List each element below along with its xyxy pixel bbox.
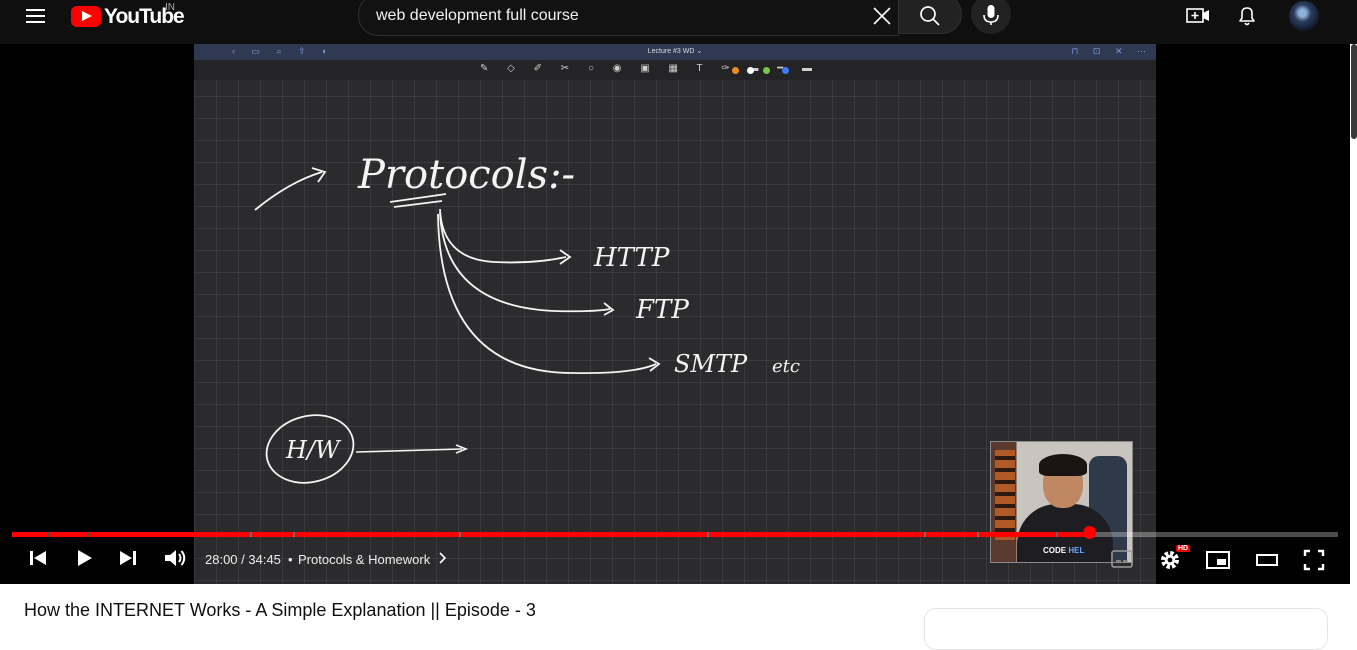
skip-next-icon bbox=[120, 551, 136, 565]
microphone-icon bbox=[983, 5, 999, 25]
progress-played-segment bbox=[89, 532, 250, 537]
play-button[interactable] bbox=[72, 546, 96, 575]
subtitles-button[interactable] bbox=[1110, 548, 1134, 575]
pip-brand-text: CODE HEL bbox=[1043, 546, 1085, 555]
arrow-line bbox=[254, 171, 323, 211]
board-item-ftp: FTP bbox=[635, 295, 689, 325]
chevron-right-icon bbox=[439, 552, 446, 564]
previous-button[interactable] bbox=[26, 546, 50, 575]
bell-icon bbox=[1239, 7, 1255, 26]
search-query: web development full course bbox=[376, 7, 579, 24]
branch-http bbox=[439, 208, 567, 264]
search-icon bbox=[920, 6, 940, 26]
progress-played-segment bbox=[12, 532, 48, 537]
progress-played-segment bbox=[295, 532, 459, 537]
video-title: How the INTERNET Works - A Simple Explan… bbox=[24, 600, 536, 620]
voice-search-button[interactable] bbox=[971, 0, 1011, 34]
page-scrollbar[interactable] bbox=[1351, 44, 1357, 139]
video-player[interactable]: ‹ ▭ ⌕ ⇪ ◐ Lecture #3 WD ⌄ ⊓ ⊡ ✕ ⋯ ✎ ◇ ✐ … bbox=[0, 44, 1350, 584]
branch-smtp bbox=[437, 213, 657, 374]
progress-played-segment bbox=[461, 532, 707, 537]
progress-played-segment bbox=[979, 532, 1056, 537]
miniplayer-button[interactable] bbox=[1205, 548, 1231, 577]
search-input[interactable]: web development full course bbox=[358, 0, 899, 36]
mute-button[interactable] bbox=[162, 546, 188, 575]
progress-played-segment bbox=[252, 532, 293, 537]
board-item-smtp: SMTP bbox=[674, 350, 748, 378]
board-hw-label: H/W bbox=[285, 436, 342, 464]
youtube-play-logo-icon bbox=[71, 6, 101, 27]
board-item-http: HTTP bbox=[593, 243, 670, 273]
board-item-etc: etc bbox=[772, 356, 800, 377]
fullscreen-icon bbox=[1303, 549, 1325, 571]
side-panel-card[interactable] bbox=[924, 608, 1328, 650]
clear-search-button[interactable] bbox=[868, 2, 896, 30]
chapter-separator: • bbox=[288, 552, 293, 567]
play-icon bbox=[78, 550, 92, 566]
progress-played-segment bbox=[709, 532, 924, 537]
presenter-webcam: CODE HEL bbox=[990, 441, 1133, 563]
settings-button[interactable] bbox=[1158, 548, 1182, 577]
country-code: IN bbox=[165, 2, 175, 13]
progress-played-segment bbox=[50, 532, 87, 537]
progress-bar[interactable] bbox=[12, 532, 1338, 537]
time-display: 28:00 / 34:45 bbox=[205, 552, 281, 567]
next-button[interactable] bbox=[116, 546, 140, 575]
close-icon bbox=[873, 7, 891, 25]
theater-mode-icon bbox=[1256, 554, 1278, 566]
progress-scrubber[interactable] bbox=[1083, 526, 1096, 539]
fullscreen-button[interactable] bbox=[1302, 548, 1326, 577]
video-camera-plus-icon bbox=[1186, 8, 1209, 23]
avatar[interactable] bbox=[1289, 1, 1319, 31]
search-button[interactable] bbox=[898, 0, 962, 34]
masthead: YouTube IN web development full course bbox=[0, 0, 1357, 44]
board-title: Protocols:- bbox=[357, 152, 575, 198]
notifications-button[interactable] bbox=[1234, 3, 1260, 29]
miniplayer-icon bbox=[1206, 551, 1230, 569]
chapter-title-button[interactable]: Protocols & Homework bbox=[298, 552, 448, 567]
theater-mode-button[interactable] bbox=[1254, 548, 1280, 577]
subtitles-icon bbox=[1111, 550, 1133, 568]
chapter-title: Protocols & Homework bbox=[298, 552, 431, 567]
skip-previous-icon bbox=[30, 551, 46, 565]
menu-icon[interactable] bbox=[24, 5, 50, 27]
hw-arrow-line bbox=[355, 448, 463, 453]
create-button[interactable] bbox=[1184, 3, 1212, 29]
hd-badge: HD bbox=[1176, 545, 1191, 552]
volume-icon bbox=[165, 550, 186, 566]
progress-played-segment bbox=[926, 532, 977, 537]
